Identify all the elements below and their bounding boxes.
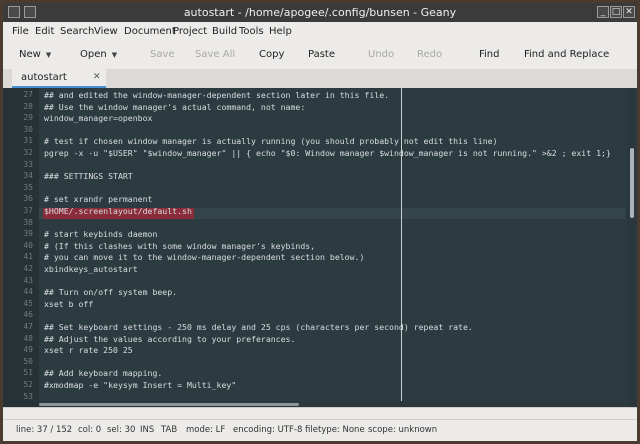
line-number: 41 xyxy=(23,252,33,262)
paste-button[interactable]: Paste xyxy=(308,49,335,60)
line-number: 49 xyxy=(23,345,33,355)
menu-document[interactable]: Document xyxy=(124,26,176,37)
code-line[interactable]: xbindkeys_autostart xyxy=(44,264,138,274)
menu-help[interactable]: Help xyxy=(269,26,292,37)
menu-edit[interactable]: Edit xyxy=(35,26,54,37)
line-number: 27 xyxy=(23,90,33,99)
status-encoding: encoding: UTF-8 xyxy=(233,425,303,435)
status-scope: scope: unknown xyxy=(368,425,438,435)
find-button[interactable]: Find xyxy=(479,49,500,60)
line-number: 36 xyxy=(23,194,33,204)
line-number: 44 xyxy=(23,287,33,297)
code-line[interactable]: #xmodmap -e "keysym Insert = Multi_key" xyxy=(44,380,236,390)
code-line[interactable]: ### SETTINGS START xyxy=(44,171,133,181)
code-line[interactable]: # set xrandr permanent xyxy=(44,194,152,204)
open-label: Open xyxy=(80,49,107,60)
code-line[interactable]: ## Add keyboard mapping. xyxy=(44,368,162,378)
vertical-scrollbar[interactable] xyxy=(627,88,637,407)
menu-view[interactable]: View xyxy=(94,26,118,37)
toolbar: New ▼ Open ▼ Save Save All Copy Paste Undo… xyxy=(3,41,637,70)
code-line[interactable]: ## Set keyboard settings - 250 ms delay … xyxy=(44,322,473,332)
code-line[interactable]: # (If this clashes with some window mana… xyxy=(44,241,315,251)
status-bar: line: 37 / 152 col: 0 sel: 30 INS TAB mo… xyxy=(3,419,637,441)
code-line[interactable]: ## Adjust the values according to your p… xyxy=(44,334,295,344)
line-number: 33 xyxy=(23,159,33,169)
menu-search[interactable]: Search xyxy=(60,26,94,37)
geany-window: autostart - /home/apogee/.config/bunsen … xyxy=(3,3,637,441)
line-number: 40 xyxy=(23,240,33,250)
status-line: line: 37 / 152 xyxy=(16,425,73,435)
vertical-scroll-thumb[interactable] xyxy=(630,148,634,218)
line-number: 32 xyxy=(23,148,33,157)
document-tab-bar: autostart ✕ xyxy=(3,69,637,88)
close-window-icon[interactable]: ✕ xyxy=(623,6,635,18)
status-filetype: filetype: None xyxy=(305,425,365,435)
line-number: 46 xyxy=(23,310,33,320)
status-col: col: 0 xyxy=(78,425,102,435)
save-all-button[interactable]: Save All xyxy=(195,49,235,60)
open-dropdown-icon[interactable]: ▼ xyxy=(112,51,117,59)
maximize-icon[interactable]: □ xyxy=(610,6,622,18)
line-number: 43 xyxy=(23,275,33,285)
code-line[interactable]: ## Turn on/off system beep. xyxy=(44,287,177,297)
line-number: 52 xyxy=(23,380,33,389)
line-number: 51 xyxy=(23,368,33,378)
status-tab: TAB xyxy=(161,425,178,435)
line-number: 42 xyxy=(23,264,33,273)
code-line[interactable]: ## Use the window manager's actual comma… xyxy=(44,102,305,112)
line-number: 37 xyxy=(23,206,33,215)
menu-build[interactable]: Build xyxy=(212,26,237,37)
line-number: 29 xyxy=(23,113,33,123)
code-line[interactable]: ## and edited the window-manager-depende… xyxy=(44,90,389,100)
status-mode: mode: LF xyxy=(186,425,226,435)
horizontal-scroll-thumb[interactable] xyxy=(39,403,299,406)
menu-tools[interactable]: Tools xyxy=(239,26,264,37)
status-ins: INS xyxy=(140,425,155,435)
menu-project[interactable]: Project xyxy=(173,26,207,37)
code-line[interactable]: xset r rate 250 25 xyxy=(44,345,133,355)
line-number: 31 xyxy=(23,136,33,146)
line-number: 53 xyxy=(23,391,33,401)
line-number: 38 xyxy=(23,217,33,227)
line-number: 47 xyxy=(23,322,33,331)
tab-autostart[interactable]: autostart ✕ xyxy=(12,69,106,88)
undo-button[interactable]: Undo xyxy=(368,49,394,60)
line-number: 39 xyxy=(23,229,33,239)
line-number: 50 xyxy=(23,356,33,366)
line-number: 28 xyxy=(23,101,33,111)
line-number: 30 xyxy=(23,124,33,134)
code-line[interactable]: # you can move it to the window-manager-… xyxy=(44,252,364,262)
tab-label: autostart xyxy=(21,72,67,83)
new-label: New xyxy=(19,49,41,60)
save-button[interactable]: Save xyxy=(150,49,175,60)
window-title: autostart - /home/apogee/.config/bunsen … xyxy=(183,6,457,19)
line-number: 48 xyxy=(23,333,33,343)
minimize-icon[interactable]: _ xyxy=(597,6,609,18)
code-line[interactable]: window_manager=openbox xyxy=(44,113,152,123)
line-number: 34 xyxy=(23,171,33,181)
code-editor[interactable]: 27 28 29 30 31 32 33 34 35 36 37 38 39 40 41 42 43 44 45 46… xyxy=(3,88,637,407)
code-line[interactable]: pgrep -x -u "$USER" "$window_manager" ||… xyxy=(44,148,611,158)
code-line[interactable]: # start keybinds daemon xyxy=(44,229,157,239)
code-line[interactable]: # test if chosen window manager is actua… xyxy=(44,136,498,146)
status-sel: sel: 30 xyxy=(107,425,136,435)
find-replace-button[interactable]: Find and Replace xyxy=(524,49,609,60)
code-line[interactable]: $HOME/.screenlayout/default.sh xyxy=(44,206,192,216)
new-button[interactable]: New ▼ xyxy=(19,49,51,60)
new-dropdown-icon[interactable]: ▼ xyxy=(46,51,51,59)
tab-close-icon[interactable]: ✕ xyxy=(93,72,101,82)
line-number: 45 xyxy=(23,298,33,308)
open-button[interactable]: Open ▼ xyxy=(80,49,117,60)
copy-button[interactable]: Copy xyxy=(259,49,284,60)
line-number-gutter: 27 28 29 30 31 32 33 34 35 36 37 38 39 40 41 42 43 44 45 46… xyxy=(3,88,39,407)
redo-button[interactable]: Redo xyxy=(417,49,442,60)
long-line-marker xyxy=(401,88,402,407)
line-number: 35 xyxy=(23,182,33,192)
code-line[interactable]: xset b off xyxy=(44,299,93,309)
menu-bar: File Edit Search View Document Project B… xyxy=(3,23,637,41)
menu-file[interactable]: File xyxy=(12,26,29,37)
title-bar[interactable]: autostart - /home/apogee/.config/bunsen … xyxy=(3,3,637,22)
